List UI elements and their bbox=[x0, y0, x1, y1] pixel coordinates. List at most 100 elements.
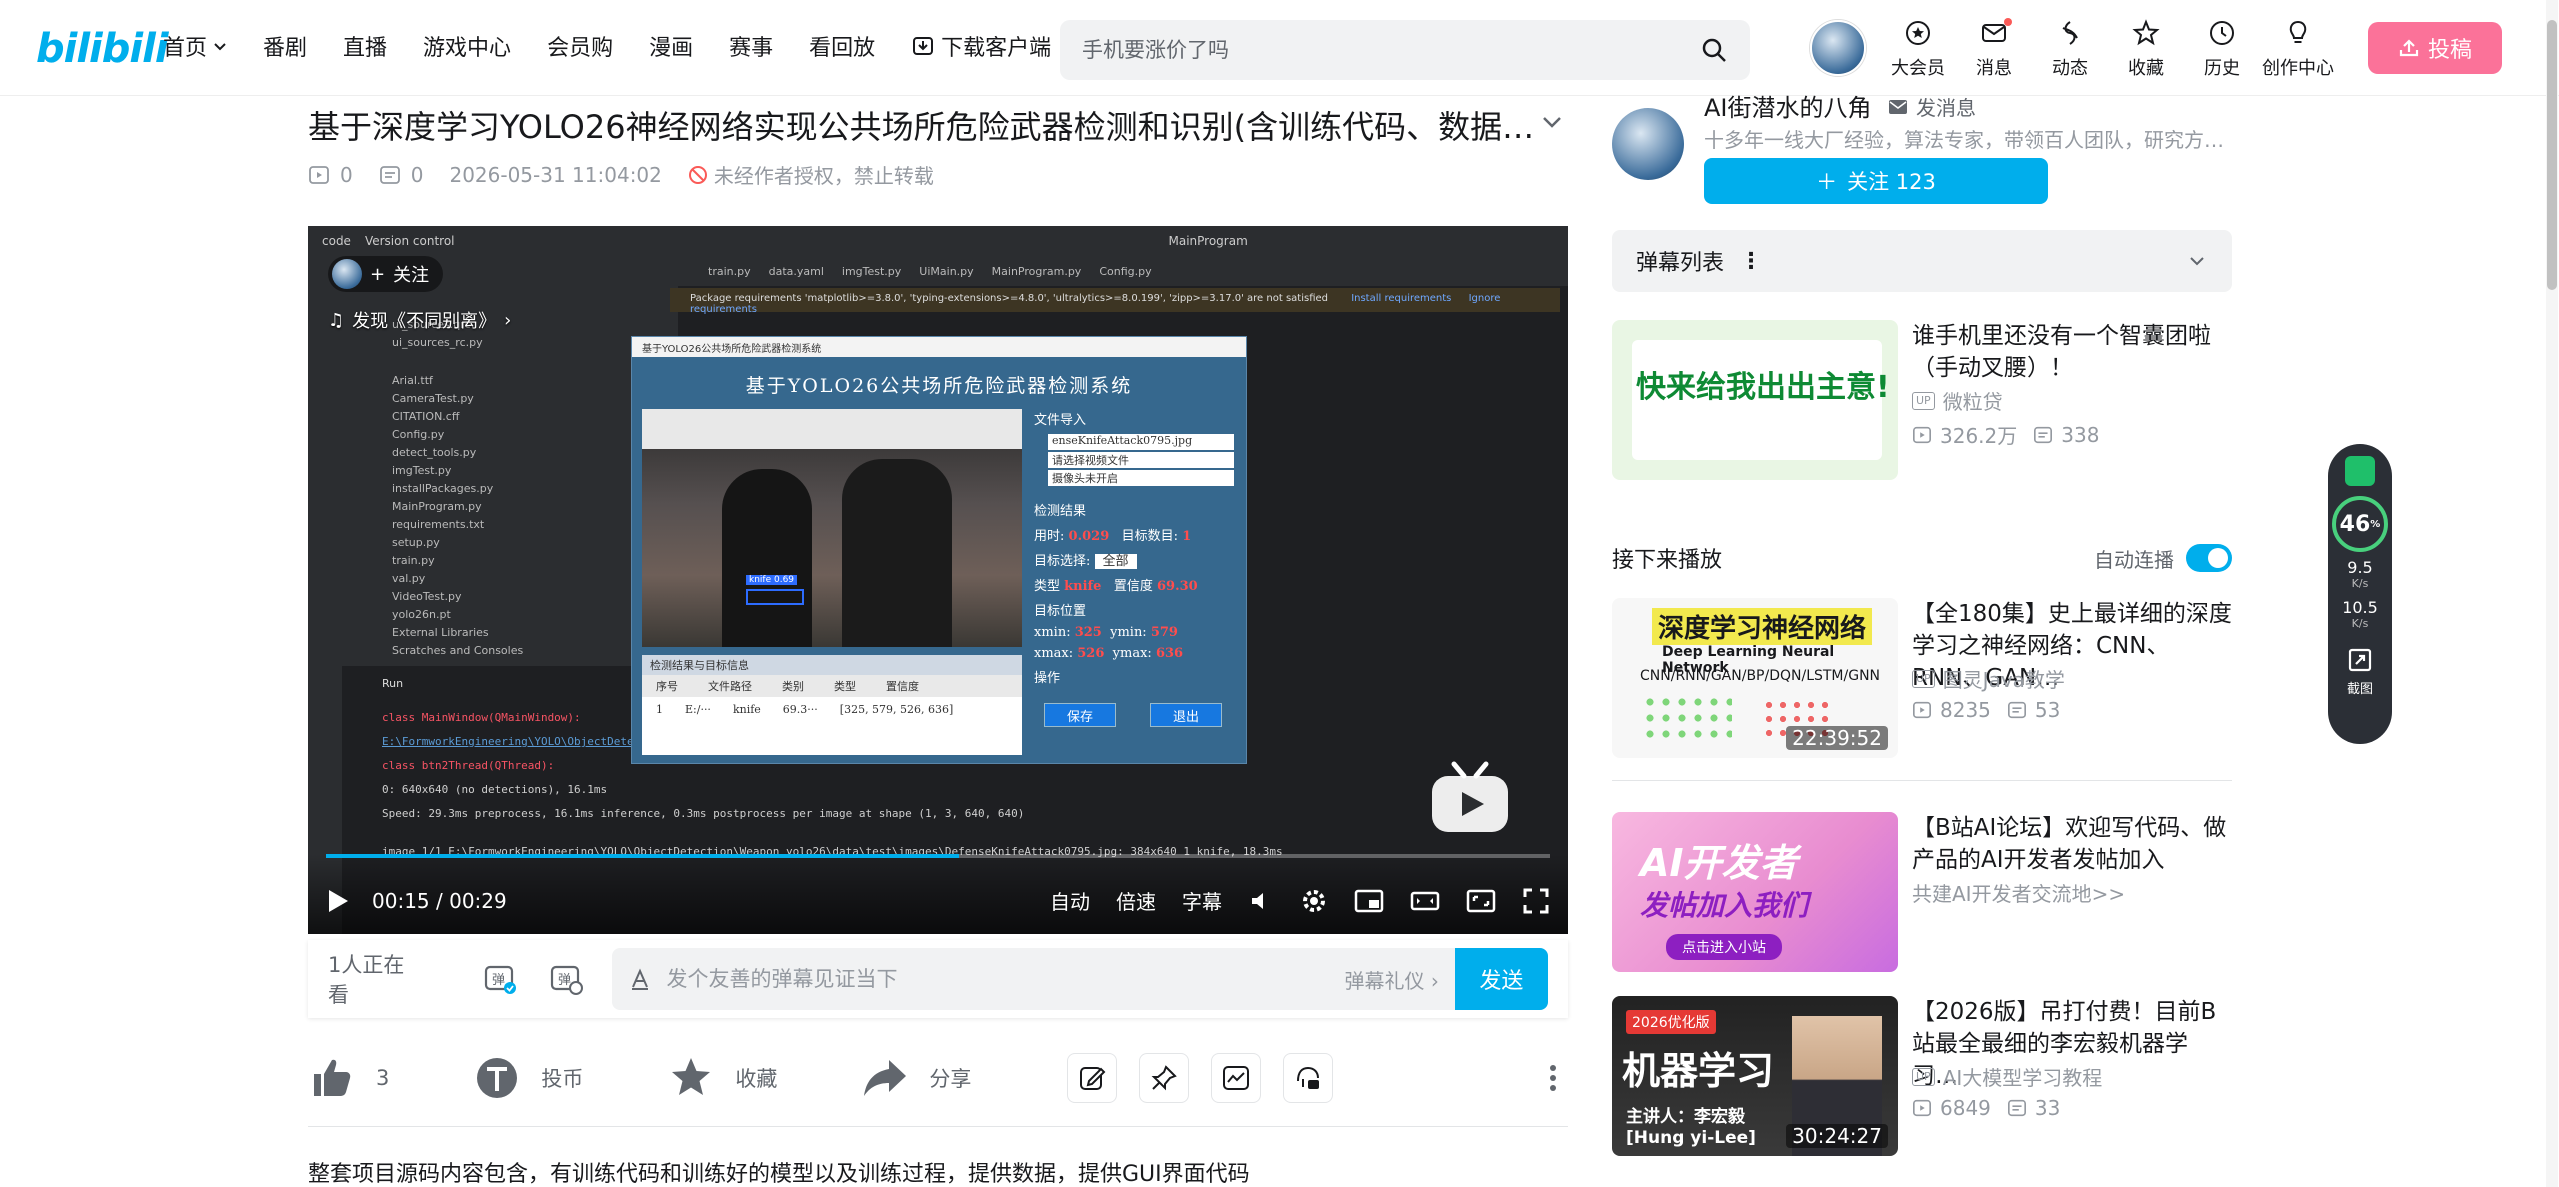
danmaku-input[interactable] bbox=[666, 967, 1345, 991]
search-input[interactable] bbox=[1082, 38, 1700, 62]
bilibili-logo[interactable]: bilibili bbox=[36, 26, 169, 72]
upload-button[interactable]: 投稿 bbox=[2368, 22, 2502, 74]
detection-bbox bbox=[746, 589, 804, 605]
time-row: 用时: 0.029 目标数目: 1 bbox=[1034, 529, 1192, 544]
subtitle-button[interactable]: 字幕 bbox=[1182, 886, 1222, 915]
edit-note-icon bbox=[1080, 1067, 1106, 1090]
ide-tab: train.py bbox=[708, 264, 751, 278]
controls-right: 自动 倍速 字幕 bbox=[1050, 886, 1550, 915]
nav-dynamic[interactable]: 动态 bbox=[2032, 18, 2108, 80]
stats-button[interactable] bbox=[1211, 1053, 1262, 1103]
quality-button[interactable]: 自动 bbox=[1050, 886, 1090, 915]
web-fullscreen-icon[interactable] bbox=[1466, 888, 1496, 914]
nav-home-label: 首页 bbox=[163, 36, 208, 61]
send-danmaku-button[interactable]: 发送 bbox=[1454, 948, 1548, 1010]
search-icon[interactable] bbox=[1700, 36, 1728, 64]
nav-replay[interactable]: 看回放 bbox=[809, 30, 875, 62]
nav-manga[interactable]: 漫画 bbox=[649, 30, 693, 62]
nav-shop[interactable]: 会员购 bbox=[547, 30, 613, 62]
pip-icon[interactable] bbox=[1354, 888, 1384, 914]
autoplay-toggle[interactable]: 自动连播 bbox=[2094, 544, 2232, 573]
nav-live[interactable]: 直播 bbox=[343, 30, 387, 62]
uploader-name[interactable]: AI街潜水的八角 bbox=[1704, 88, 1872, 123]
nav-game-center[interactable]: 游戏中心 bbox=[423, 30, 511, 62]
rec-stats: 8235 53 bbox=[1912, 698, 2060, 722]
download-icon bbox=[913, 37, 934, 55]
danmaku-list-more-icon[interactable]: ⋮ bbox=[1740, 249, 1762, 274]
share-arrow-icon bbox=[864, 1060, 907, 1096]
share-button[interactable]: 分享 bbox=[861, 1054, 971, 1102]
ide-tab: UiMain.py bbox=[919, 264, 974, 278]
send-message-link[interactable]: 发消息 bbox=[1888, 92, 1976, 121]
camera-field: 摄像头未开启 bbox=[1048, 470, 1234, 486]
nav-home[interactable]: 首页 bbox=[163, 30, 227, 62]
section-divider bbox=[308, 1126, 1568, 1127]
ide-run-tab: Run bbox=[382, 677, 404, 690]
next-up-label: 接下来播放 bbox=[1612, 548, 1723, 573]
screenshot-button[interactable]: 截图 bbox=[2346, 646, 2374, 697]
favorite-button[interactable]: 收藏 bbox=[667, 1054, 777, 1102]
select-row: 目标选择: 全部 bbox=[1034, 550, 1234, 569]
play-icon[interactable] bbox=[326, 888, 350, 914]
table-row: 1 E:/··· knife 69.3··· [325, 579, 526, 6… bbox=[656, 703, 954, 716]
danmaku-list-panel[interactable]: 弹幕列表 ⋮ bbox=[1612, 230, 2232, 292]
video-description: 整套项目源码内容包含，有训练代码和训练好的模型以及训练过程，提供数据，提供GUI… bbox=[308, 1162, 1250, 1187]
pin-button[interactable] bbox=[1139, 1053, 1190, 1103]
more-options-button[interactable] bbox=[1538, 1058, 1568, 1098]
rec-title: 【B站AI论坛】欢迎写代码、做产品的AI开发者发帖加入 bbox=[1912, 815, 2227, 873]
volume-icon[interactable] bbox=[1248, 888, 1274, 914]
up-badge-icon: UP bbox=[1912, 391, 1935, 410]
uploader-avatar[interactable] bbox=[1612, 108, 1684, 180]
rec-thumb-speaker: 主讲人：李宏毅 bbox=[1626, 1107, 1745, 1127]
video-file-field: 请选择视频文件 bbox=[1048, 452, 1234, 468]
nav-download-client[interactable]: 下载客户端 bbox=[911, 30, 1051, 62]
ide-tab: MainProgram.py bbox=[991, 264, 1082, 278]
expand-title-icon[interactable] bbox=[1538, 108, 1566, 136]
danmaku-list-label: 弹幕列表 bbox=[1636, 251, 1725, 276]
like-button[interactable]: 3 bbox=[308, 1054, 389, 1102]
position-row-2: xmax: 526 ymax: 636 bbox=[1034, 646, 1184, 661]
player-follow-chip[interactable]: + 关注 bbox=[328, 256, 444, 292]
danmaku-toggle-icon[interactable]: 弹 bbox=[482, 961, 518, 997]
play-count-icon bbox=[1913, 701, 1931, 719]
scrollbar-thumb[interactable] bbox=[2547, 20, 2557, 290]
ide-project: code bbox=[322, 234, 351, 248]
nav-esports[interactable]: 赛事 bbox=[729, 30, 773, 62]
video-player[interactable]: code Version control MainProgram ui_sour… bbox=[308, 226, 1568, 934]
rec-card[interactable]: 深度学习神经网络 Deep Learning Neural Network CN… bbox=[1612, 598, 2232, 758]
promo-card[interactable]: 快来给我出出主意! 谁手机里还没有一个智囊团啦（手动叉腰）！ UP 微粒贷 32… bbox=[1612, 320, 2232, 480]
position-heading: 目标位置 bbox=[1034, 604, 1087, 619]
ops-heading: 操作 bbox=[1034, 671, 1061, 686]
speed-button[interactable]: 倍速 bbox=[1116, 886, 1156, 915]
rec-thumb-badge: 2026优化版 bbox=[1626, 1010, 1716, 1034]
autoplay-switch[interactable] bbox=[2186, 544, 2232, 572]
danmaku-settings-icon[interactable]: 弹 bbox=[548, 961, 584, 997]
nav-favorites[interactable]: 收藏 bbox=[2108, 18, 2184, 80]
note-button[interactable] bbox=[1067, 1053, 1118, 1103]
network-speed-widget[interactable]: 46% 9.5 K/s 10.5 K/s 截图 bbox=[2328, 444, 2392, 744]
nav-vip[interactable]: 大会员 bbox=[1880, 18, 1956, 80]
results-heading: 检测结果 bbox=[1034, 504, 1087, 519]
nav-messages[interactable]: 消息 bbox=[1956, 18, 2032, 80]
dynamic-icon bbox=[2062, 21, 2078, 45]
nav-history[interactable]: 历史 bbox=[2184, 18, 2260, 80]
fullscreen-icon[interactable] bbox=[1522, 887, 1550, 915]
font-style-icon[interactable] bbox=[628, 967, 652, 991]
danmaku-icon bbox=[379, 165, 400, 184]
nav-creator-center[interactable]: 创作中心 bbox=[2260, 18, 2336, 80]
rec-author-link[interactable]: 共建AI开发者交流地>> bbox=[1912, 878, 2125, 907]
rec-card-ad[interactable]: AI开发者 发帖加入我们 点击进入小站 【B站AI论坛】欢迎写代码、做产品的AI… bbox=[1612, 812, 2232, 972]
settings-icon[interactable] bbox=[1300, 887, 1328, 915]
widescreen-icon[interactable] bbox=[1410, 888, 1440, 914]
follow-button[interactable]: ＋ 关注 123 bbox=[1704, 158, 2048, 204]
ide-tab: data.yaml bbox=[768, 264, 824, 278]
danmaku-etiquette-link[interactable]: 弹幕礼仪 › bbox=[1345, 965, 1439, 994]
nav-anime[interactable]: 番剧 bbox=[263, 30, 307, 62]
play-tv-icon[interactable] bbox=[1428, 756, 1512, 836]
user-avatar[interactable] bbox=[1810, 20, 1866, 76]
progress-bar[interactable] bbox=[326, 854, 1550, 858]
rec-card[interactable]: 2026优化版 机器学习 主讲人：李宏毅 [Hung yi-Lee] 30:24… bbox=[1612, 996, 2232, 1156]
coin-button[interactable]: 投币 bbox=[473, 1054, 583, 1102]
report-button[interactable] bbox=[1283, 1053, 1334, 1103]
music-discovery[interactable]: ♫ 发现《不同别离》 › bbox=[328, 302, 511, 338]
